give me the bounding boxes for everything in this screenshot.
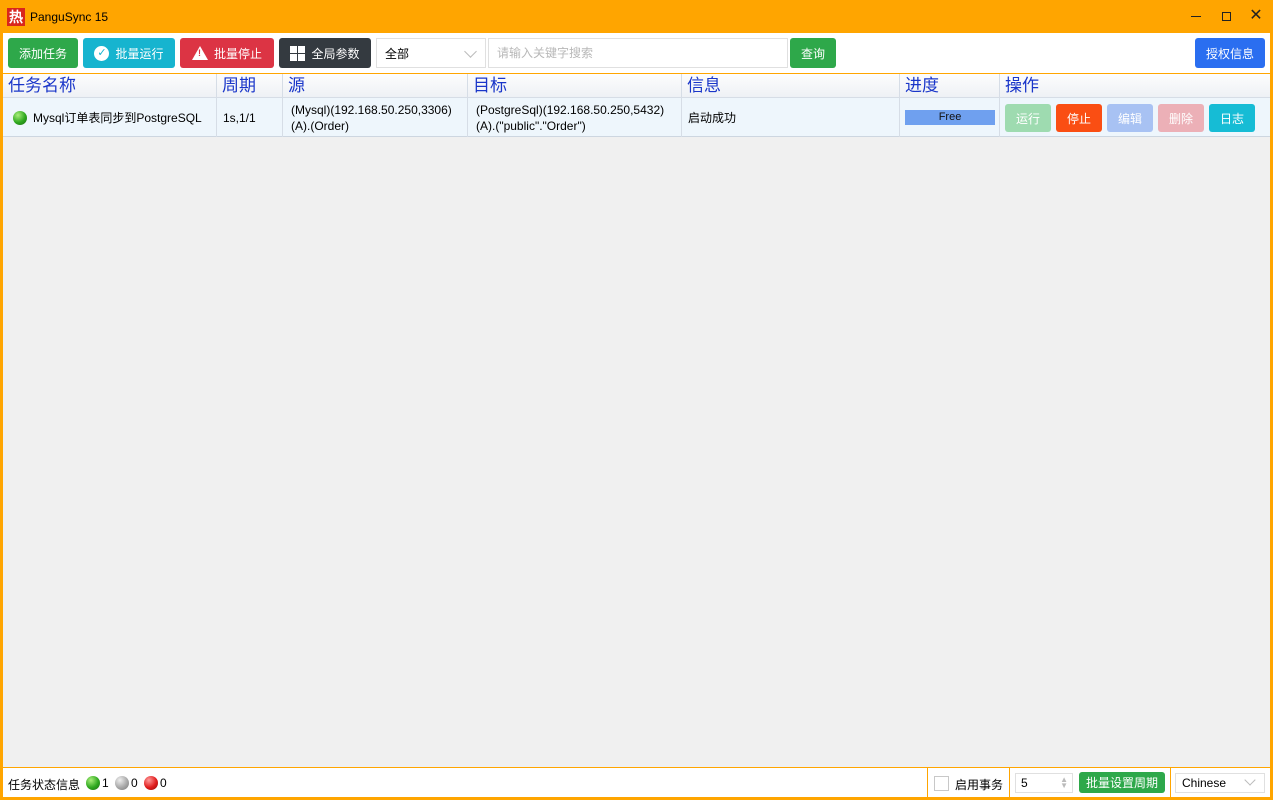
license-info-label: 授权信息	[1205, 46, 1254, 61]
table-header: 任务名称 周期 源 目标 信息 进度 操作	[3, 74, 1270, 98]
source-table: (A).(Order)	[291, 118, 349, 133]
query-button[interactable]: 查询	[790, 38, 836, 68]
close-icon: ✕	[1249, 7, 1263, 24]
run-button[interactable]: 运行	[1005, 104, 1051, 132]
divider	[1009, 768, 1010, 798]
chevron-down-icon	[464, 45, 477, 58]
add-task-button[interactable]: 添加任务	[8, 38, 78, 68]
progress-label: Free	[938, 111, 962, 123]
add-task-label: 添加任务	[18, 46, 67, 61]
period-value: 5	[1021, 776, 1028, 790]
task-name: Mysql订单表同步到PostgreSQL	[33, 111, 202, 125]
cell-task-name: Mysql订单表同步到PostgreSQL	[3, 98, 217, 137]
status-green-icon	[13, 110, 27, 125]
source-connection: (Mysql)(192.168.50.250,3306)	[291, 102, 452, 117]
enable-transaction-checkbox[interactable]	[934, 776, 949, 791]
log-button[interactable]: 日志	[1209, 104, 1255, 132]
status-green-icon	[86, 776, 100, 790]
task-info: 启动成功	[688, 111, 737, 125]
status-bar: 任务状态信息 1 0 0 启用事务 5 ▲ ▼ 批量设置周期 Chinese	[3, 767, 1270, 798]
column-header-task-name[interactable]: 任务名称	[3, 74, 217, 98]
cell-actions: 运行 停止 编辑 删除 日志	[1000, 98, 1270, 137]
language-select[interactable]: Chinese	[1175, 773, 1265, 793]
global-params-button[interactable]: 全局参数	[279, 38, 371, 68]
task-status-label: 任务状态信息	[8, 778, 81, 792]
minimize-icon	[1191, 15, 1201, 17]
divider	[927, 768, 928, 798]
batch-stop-label: 批量停止	[213, 46, 262, 61]
task-cycle: 1s,1/1	[223, 110, 256, 125]
query-label: 查询	[800, 46, 825, 61]
column-header-target[interactable]: 目标	[468, 74, 682, 98]
warning-icon: !	[191, 46, 208, 60]
stepper-arrows-icon[interactable]: ▲ ▼	[1060, 776, 1068, 790]
green-count: 1	[102, 776, 109, 790]
stop-button[interactable]: 停止	[1056, 104, 1102, 132]
batch-set-period-button[interactable]: 批量设置周期	[1079, 772, 1165, 793]
cell-progress: Free	[900, 98, 1000, 137]
main-panel: 添加任务 ✓ 批量运行 ! 批量停止 全局参数 全部 查询	[3, 33, 1270, 798]
check-circle-icon: ✓	[94, 45, 110, 61]
batch-run-button[interactable]: ✓ 批量运行	[83, 38, 175, 68]
period-stepper[interactable]: 5 ▲ ▼	[1015, 773, 1073, 793]
app-logo-icon: 热	[7, 8, 25, 26]
batch-run-label: 批量运行	[115, 46, 164, 61]
cell-info: 启动成功	[682, 98, 900, 137]
cell-target: (PostgreSql)(192.168.50.250,5432) (A).("…	[468, 98, 682, 137]
search-input[interactable]	[488, 38, 788, 68]
window-title: PanguSync 15	[30, 10, 109, 24]
progress-bar: Free	[905, 110, 995, 125]
batch-stop-button[interactable]: ! 批量停止	[180, 38, 274, 68]
cell-source: (Mysql)(192.168.50.250,3306) (A).(Order)	[283, 98, 468, 137]
status-gray-icon	[115, 776, 129, 790]
target-connection: (PostgreSql)(192.168.50.250,5432)	[476, 102, 665, 117]
column-header-info[interactable]: 信息	[682, 74, 900, 98]
language-value: Chinese	[1182, 776, 1227, 790]
windows-icon	[290, 45, 306, 61]
chevron-down-icon	[1244, 774, 1256, 786]
column-header-progress[interactable]: 进度	[900, 74, 1000, 98]
filter-select-value: 全部	[385, 46, 410, 61]
delete-button[interactable]: 删除	[1158, 104, 1204, 132]
global-params-label: 全局参数	[311, 46, 360, 61]
title-bar[interactable]: 热 PanguSync 15 ✕	[0, 0, 1273, 33]
column-header-actions[interactable]: 操作	[1000, 74, 1270, 98]
table-row[interactable]: Mysql订单表同步到PostgreSQL 1s,1/1 (Mysql)(192…	[3, 98, 1270, 137]
divider	[1170, 768, 1171, 798]
enable-transaction-label: 启用事务	[955, 778, 1004, 792]
minimize-button[interactable]	[1186, 6, 1206, 26]
task-table: 任务名称 周期 源 目标 信息 进度 操作 Mysql订单表同步到Postgre…	[3, 73, 1270, 137]
toolbar: 添加任务 ✓ 批量运行 ! 批量停止 全局参数 全部 查询	[3, 33, 1270, 73]
column-header-source[interactable]: 源	[283, 74, 468, 98]
app-window: 热 PanguSync 15 ✕ 添加任务 ✓ 批量运行 ! 批量停止 全局参数…	[0, 0, 1273, 800]
close-button[interactable]: ✕	[1246, 6, 1266, 26]
maximize-icon	[1221, 11, 1231, 21]
gray-count: 0	[131, 776, 138, 790]
cell-cycle: 1s,1/1	[217, 98, 283, 137]
license-info-button[interactable]: 授权信息	[1195, 38, 1265, 68]
red-count: 0	[160, 776, 167, 790]
maximize-button[interactable]	[1216, 6, 1236, 26]
filter-select[interactable]: 全部	[376, 38, 486, 68]
status-red-icon	[144, 776, 158, 790]
column-header-cycle[interactable]: 周期	[217, 74, 283, 98]
edit-button[interactable]: 编辑	[1107, 104, 1153, 132]
target-table: (A).("public"."Order")	[476, 118, 586, 133]
